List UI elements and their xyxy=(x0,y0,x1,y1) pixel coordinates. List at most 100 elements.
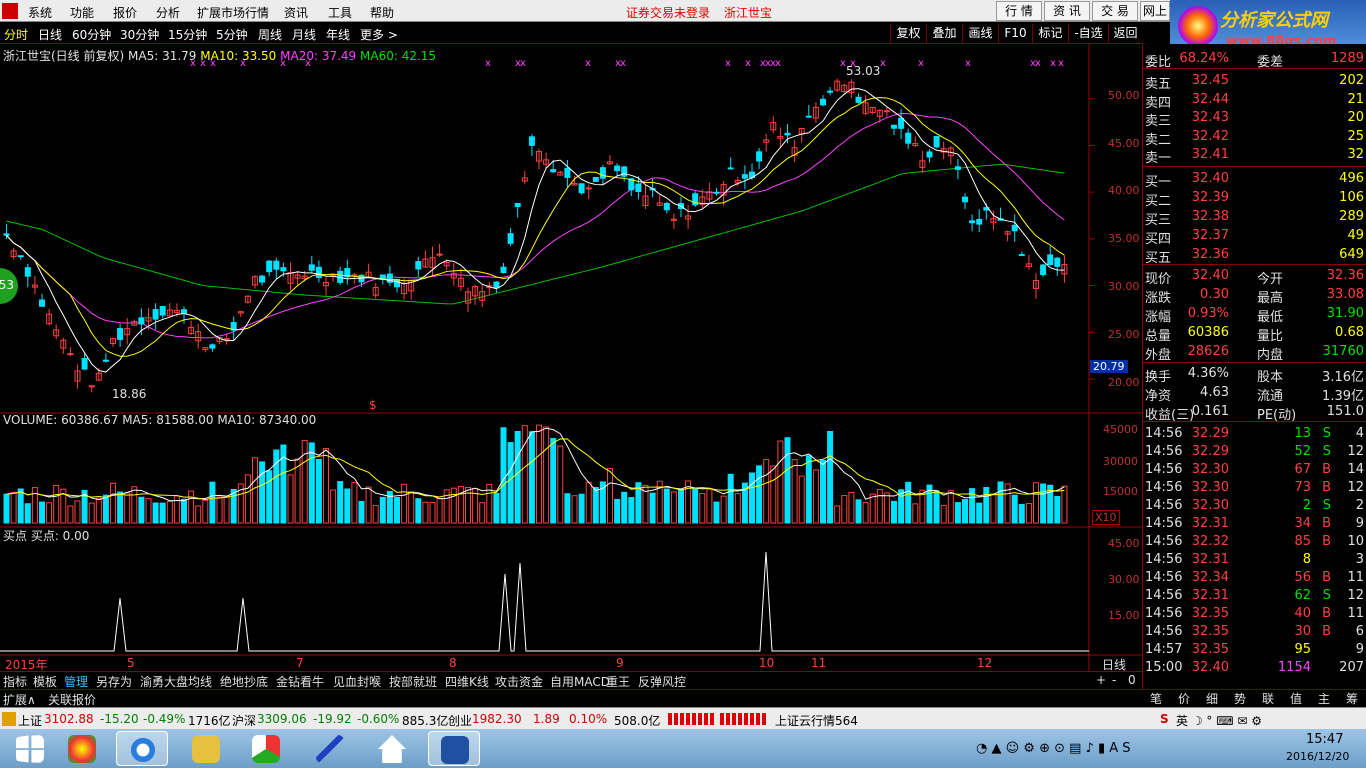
tab-market[interactable]: 行 情 xyxy=(996,1,1042,21)
remove-favorite-button[interactable]: -自选 xyxy=(1068,24,1108,43)
tab-manage[interactable]: 管理 xyxy=(64,673,88,690)
tab-formula[interactable]: 金钻看牛 xyxy=(276,673,324,690)
volume-bar xyxy=(727,473,734,524)
tab-template[interactable]: 模板 xyxy=(33,673,57,690)
start-button[interactable] xyxy=(4,731,56,766)
candle-body xyxy=(415,261,422,270)
zoom-in-button[interactable]: + xyxy=(1096,673,1106,687)
side-tab[interactable]: 筹 xyxy=(1346,690,1358,707)
volume-bar xyxy=(827,430,834,524)
tick-time: 14:56 xyxy=(1145,498,1183,513)
tick-count: 12 xyxy=(1347,588,1364,603)
tray-icons[interactable]: ◔ ▲ ☺ ⚙ ⊕ ⊙ ▤ ♪ ▮ A S xyxy=(976,741,1131,756)
restore-rights-button[interactable]: 复权 xyxy=(890,24,926,43)
volume-bar xyxy=(770,465,777,524)
gudsen-icon xyxy=(441,736,469,764)
zoom-reset-button[interactable]: 0 xyxy=(1128,673,1136,687)
volume-bar xyxy=(820,459,826,524)
zoom-out-button[interactable]: - xyxy=(1112,673,1116,687)
volume-bar xyxy=(1033,482,1039,524)
tab-intraday[interactable]: 分时 xyxy=(4,26,28,43)
tab-formula[interactable]: 反弹风控 xyxy=(638,673,686,690)
clock-date[interactable]: 2016/12/20 xyxy=(1286,750,1349,763)
tab-5min[interactable]: 5分钟 xyxy=(216,26,248,43)
tab-daily[interactable]: 日线 xyxy=(38,26,62,43)
tab-yearly[interactable]: 年线 xyxy=(326,26,350,43)
tab-news[interactable]: 资 讯 xyxy=(1044,1,1090,21)
tick-row: 14:56 32.31 34 B 9 xyxy=(1143,515,1366,534)
tab-monthly[interactable]: 月线 xyxy=(292,26,316,43)
menu-analysis[interactable]: 分析 xyxy=(156,4,180,21)
volume-bar xyxy=(308,442,315,524)
menu-system[interactable]: 系统 xyxy=(28,4,52,21)
menu-extended-market[interactable]: 扩展市场行情 xyxy=(197,4,269,21)
tab-formula[interactable]: 重王 xyxy=(606,673,630,690)
menu-help[interactable]: 帮助 xyxy=(370,4,394,21)
volume-bar xyxy=(749,472,755,524)
kline-chart[interactable]: xxxxxxxxxxxxxxxxxxxxxxxxxxx xyxy=(0,44,1142,671)
menu-tools[interactable]: 工具 xyxy=(328,4,352,21)
f10-button[interactable]: F10 xyxy=(998,24,1032,43)
cloud-quote[interactable]: 上证云行情564 xyxy=(775,712,858,729)
taskbar-app-2[interactable] xyxy=(240,731,292,766)
fin-label: 净资 xyxy=(1145,389,1172,404)
tab-indicator[interactable]: 指标 xyxy=(3,673,27,690)
mark-button[interactable]: 标记 xyxy=(1032,24,1068,43)
candle-body xyxy=(621,166,628,177)
tab-trade[interactable]: 交 易 xyxy=(1092,1,1138,21)
tab-formula[interactable]: 渝勇大盘均线 xyxy=(140,673,212,690)
sz-amount: 885.3亿 xyxy=(402,714,449,728)
candle-body xyxy=(585,187,592,190)
taskbar-gudsen[interactable] xyxy=(428,731,480,766)
taskbar-explorer[interactable] xyxy=(180,731,232,766)
expand-toggle[interactable]: 扩展∧ xyxy=(3,691,36,708)
tab-formula[interactable]: 按部就班 xyxy=(389,673,437,690)
price-tick: 35.00 xyxy=(1108,232,1140,245)
back-button[interactable]: 返回 xyxy=(1108,24,1142,43)
tab-formula[interactable]: 绝地抄底 xyxy=(220,673,268,690)
tick-volume: 1154 xyxy=(1277,660,1311,675)
taskbar-home[interactable] xyxy=(366,731,418,766)
bid-volume: 649 xyxy=(1339,247,1364,262)
taskbar-app-3[interactable] xyxy=(304,731,356,766)
taskbar-ie[interactable] xyxy=(116,731,168,766)
menu-function[interactable]: 功能 xyxy=(70,4,94,21)
tab-formula[interactable]: 见血封喉 xyxy=(333,673,381,690)
tab-save-as[interactable]: 另存为 xyxy=(96,673,132,690)
sz-value: 3309.06 xyxy=(257,712,307,726)
taskbar-app-1[interactable] xyxy=(56,731,108,766)
volume-bar xyxy=(323,448,329,524)
volume-bar xyxy=(117,491,124,524)
side-tab[interactable]: 主 xyxy=(1318,690,1330,707)
related-quote-tab[interactable]: 关联报价 xyxy=(48,691,96,708)
ime-s-icon[interactable]: S xyxy=(1160,712,1169,726)
draw-line-button[interactable]: 画线 xyxy=(962,24,998,43)
fin-value: 3.16亿 xyxy=(1322,370,1364,385)
tick-time: 14:57 xyxy=(1145,642,1183,657)
tab-15min[interactable]: 15分钟 xyxy=(168,26,207,43)
volume-bar xyxy=(649,492,656,524)
volume-bar xyxy=(536,424,542,524)
menu-news[interactable]: 资讯 xyxy=(284,4,308,21)
candle-body xyxy=(81,358,88,370)
tab-formula[interactable]: 四维K线 xyxy=(445,673,489,690)
ime-status-icons[interactable]: 英 ☽ ° ⌨ ✉ ⚙ xyxy=(1176,712,1262,729)
tab-weekly[interactable]: 周线 xyxy=(258,26,282,43)
tab-60min[interactable]: 60分钟 xyxy=(72,26,111,43)
tab-30min[interactable]: 30分钟 xyxy=(120,26,159,43)
side-tab[interactable]: 值 xyxy=(1290,690,1302,707)
menu-quote[interactable]: 报价 xyxy=(113,4,137,21)
tab-formula[interactable]: 自用MACD xyxy=(550,673,610,690)
side-tab[interactable]: 势 xyxy=(1234,690,1246,707)
tab-formula[interactable]: 攻击资金 xyxy=(495,673,543,690)
side-tabs: 笔价细势联值主筹 xyxy=(1142,689,1366,707)
clock-time[interactable]: 15:47 xyxy=(1306,732,1343,747)
login-notice[interactable]: 证券交易未登录 xyxy=(626,4,710,21)
side-tab[interactable]: 细 xyxy=(1206,690,1218,707)
tab-online[interactable]: 网上 xyxy=(1140,1,1170,21)
tab-more[interactable]: 更多 > xyxy=(360,26,398,43)
overlay-button[interactable]: 叠加 xyxy=(926,24,962,43)
side-tab[interactable]: 价 xyxy=(1178,690,1190,707)
side-tab[interactable]: 笔 xyxy=(1150,690,1162,707)
side-tab[interactable]: 联 xyxy=(1262,690,1274,707)
